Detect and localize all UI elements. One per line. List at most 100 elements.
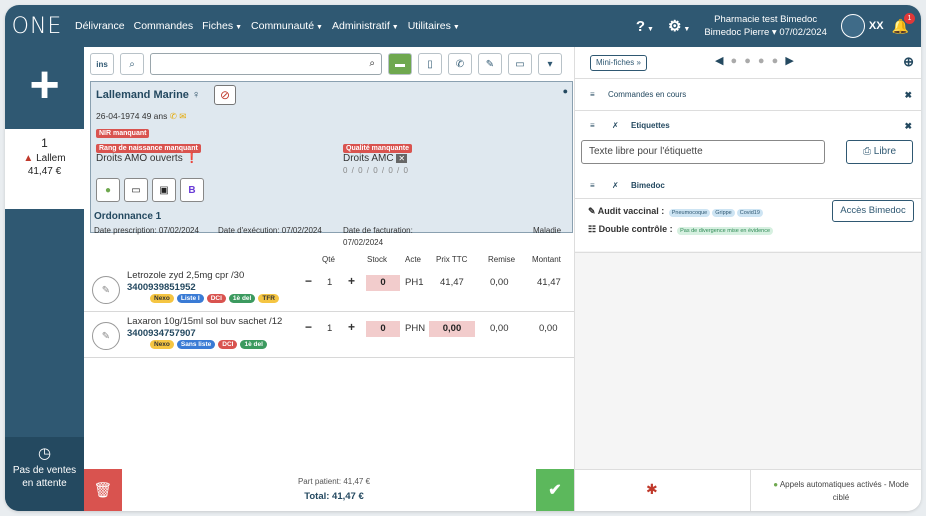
menu-fiches[interactable]: Fiches ▼ — [202, 20, 242, 32]
panel-commandes-title: Commandes en cours — [608, 90, 687, 99]
col-remise: Remise — [488, 255, 516, 264]
sale-amount: 41,47 € — [27, 166, 62, 177]
vitale-card-icon[interactable]: ▬ — [388, 53, 412, 75]
qty-value[interactable]: 1 — [327, 277, 332, 288]
search-input[interactable]: ⌕ — [150, 53, 382, 75]
pin-icon: ✗ — [612, 121, 619, 130]
price-value[interactable]: 41,47 — [440, 277, 464, 288]
tag-pill: Nexo — [150, 340, 174, 349]
col-acte: Acte — [405, 255, 422, 264]
ins-button[interactable]: ins — [90, 53, 114, 75]
id-card-icon[interactable]: ▣ — [152, 178, 176, 202]
avatar[interactable] — [840, 14, 865, 38]
add-circle-icon[interactable]: ⊕ — [903, 54, 914, 70]
amc-rights: Droits AMC ✕ — [343, 153, 408, 164]
panel-commandes[interactable]: ≡ Commandes en cours ✖ — [575, 79, 921, 111]
patient-name[interactable]: Lallemand Marine ♀ — [96, 89, 200, 101]
date-execution: Date d'exécution: 07/02/2024 — [218, 226, 322, 235]
toolbar: ins ⌕ ⌕ ▬ ▯ ✆ ✎ ▭ ▾ — [90, 53, 562, 75]
montant-value: 41,47 — [537, 277, 561, 288]
new-sale-button[interactable]: + — [5, 47, 84, 123]
minus-button[interactable]: − — [305, 274, 312, 288]
help-icon[interactable]: ? ▼ — [636, 18, 654, 35]
pen-icon[interactable]: ✎ — [478, 53, 502, 75]
regime: Maladie — [533, 226, 562, 235]
col-stock: Stock — [367, 255, 388, 264]
caret-down-icon: ▼ — [316, 24, 323, 31]
label-text-input[interactable]: Texte libre pour l'étiquette — [581, 140, 825, 164]
table-row[interactable]: ✎ Letrozole zyd 2,5mg cpr /30 3400939851… — [84, 267, 574, 312]
list-icon: ☷ — [588, 224, 597, 234]
remise-value[interactable]: 0,00 — [490, 323, 509, 334]
trash-icon[interactable]: 🗑 — [84, 469, 122, 511]
price-value[interactable]: 0,00 — [429, 321, 475, 337]
pharmacy-name: Pharmacie test Bimedoc — [714, 14, 818, 25]
edit-icon[interactable]: ✎ — [92, 276, 120, 304]
menu-delivrance[interactable]: Délivrance — [75, 20, 125, 32]
bell-icon[interactable]: 🔔 1 — [892, 12, 915, 35]
sale-footer: 🗑 Part patient: 41,47 € Total: 41,47 € ✔ — [84, 469, 574, 511]
dropdown-caret-icon[interactable]: ▾ — [538, 53, 562, 75]
bimedoc-logo-icon[interactable]: B — [180, 178, 204, 202]
mini-fiches-button[interactable]: Mini-fiches » — [590, 55, 647, 71]
bed-icon[interactable]: ▭ — [508, 53, 532, 75]
notification-badge: 1 — [904, 12, 915, 24]
pending-sales[interactable]: ◷ Pas de ventes en attente — [5, 437, 84, 511]
divider — [750, 470, 751, 511]
prescription-title: Ordonnance 1 — [94, 211, 162, 222]
pharmacy-info[interactable]: Pharmacie test Bimedoc Bimedoc Pierre ▾ … — [704, 13, 827, 39]
phone-icon[interactable]: ✆ — [448, 53, 472, 75]
stock-value: 0 — [366, 275, 400, 291]
tag-pill: Nexo — [150, 294, 174, 303]
gear-icon[interactable]: ⚙ ▼ — [668, 17, 690, 35]
vaccine-tag: Pneumocoque — [668, 209, 711, 217]
prescription-header: Ordonnance 1 Date prescription: 07/02/20… — [94, 211, 566, 247]
auto-calls-status[interactable]: ● Appels automatiques activés - Mode cib… — [765, 478, 917, 504]
menu-administratif[interactable]: Administratif ▼ — [332, 20, 399, 32]
montant-value: 0,00 — [539, 323, 558, 334]
qty-value[interactable]: 1 — [327, 323, 332, 334]
print-libre-button[interactable]: ⎙ Libre — [846, 140, 913, 164]
clock-icon: ◷ — [37, 445, 52, 462]
vaccine-tag: Covid19 — [736, 209, 763, 217]
medical-cross-icon[interactable]: ✱ — [646, 481, 658, 498]
vitale-icon[interactable]: ● — [96, 178, 120, 202]
amc-values: 0 / 0 / 0 / 0 / 0 — [343, 166, 409, 175]
menu-commandes[interactable]: Commandes — [134, 20, 194, 32]
tag-pill: DCI — [206, 294, 226, 303]
sale-item[interactable]: 1 ▲ Lallem 41,47 € — [5, 129, 84, 209]
document-icon[interactable]: ▯ — [418, 53, 442, 75]
close-icon[interactable]: ✖ — [904, 90, 912, 101]
menu-utilitaires[interactable]: Utilitaires ▼ — [408, 20, 460, 32]
carousel-dots[interactable]: ◀ ● ● ● ● ▶ — [715, 54, 796, 67]
drug-tags: Nexo Liste I DCI 1è del TFR — [150, 294, 279, 303]
right-panel: Mini-fiches » ◀ ● ● ● ● ▶ ⊕ ≡ Commandes … — [574, 47, 921, 511]
part-patient: Part patient: 41,47 € — [297, 477, 371, 486]
amo-rights: Droits AMO ouverts ❗ — [96, 153, 198, 164]
table-row[interactable]: ✎ Laxaron 10g/15ml sol buv sachet /12 34… — [84, 313, 574, 358]
double-controle: ☷ Double contrôle : Pas de divergence mi… — [588, 224, 773, 235]
acces-bimedoc-button[interactable]: Accès Bimedoc — [832, 200, 914, 222]
pin-icon: ✗ — [612, 181, 619, 190]
person-icon[interactable]: ● — [563, 86, 568, 96]
main-panel: ins ⌕ ⌕ ▬ ▯ ✆ ✎ ▭ ▾ Lallemand Marine ♀ ⊘… — [84, 47, 574, 469]
remise-value[interactable]: 0,00 — [490, 277, 509, 288]
close-box-icon[interactable]: ✕ — [396, 154, 408, 163]
menu-communaute[interactable]: Communauté ▼ — [251, 20, 323, 32]
minus-button[interactable]: − — [305, 320, 312, 334]
plus-button[interactable]: + — [348, 274, 355, 288]
card-icon[interactable]: ▭ — [124, 178, 148, 202]
close-icon[interactable]: ✖ — [904, 121, 912, 132]
tag-rang: Rang de naissance manquant — [96, 144, 201, 153]
lines-header: Qté Stock Acte Prix TTC Remise Montant — [84, 255, 574, 267]
search-icon[interactable]: ⌕ — [120, 53, 144, 75]
warning-icon: ▲ — [23, 153, 34, 164]
plus-button[interactable]: + — [348, 320, 355, 334]
panel-bimedoc-title: Bimedoc — [631, 181, 665, 190]
validate-check-icon[interactable]: ✔ — [536, 469, 574, 511]
edit-icon[interactable]: ✎ — [92, 322, 120, 350]
main-menu: Délivrance Commandes Fiches ▼ Communauté ▼… — [75, 20, 460, 32]
user-initials[interactable]: XX — [869, 20, 884, 32]
app-logo[interactable]: ONE — [5, 5, 69, 47]
no-symptoms-icon[interactable]: ⊘ — [214, 85, 236, 105]
